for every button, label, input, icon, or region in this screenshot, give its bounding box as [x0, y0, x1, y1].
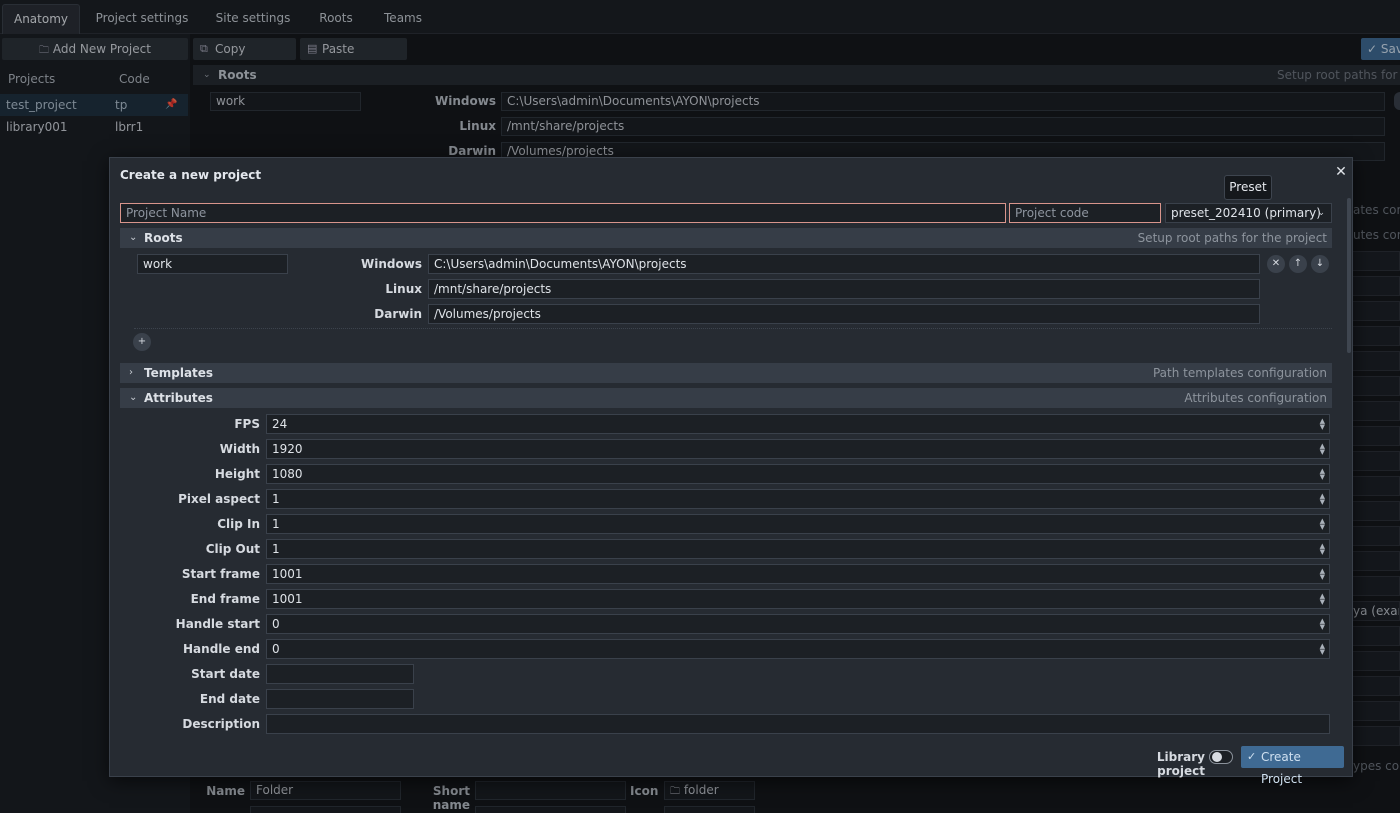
- create-project-label: Create Project: [1261, 750, 1303, 786]
- description-label: Description: [182, 717, 260, 731]
- windows-label: Windows: [361, 257, 422, 271]
- project-code-input[interactable]: Project code: [1009, 203, 1161, 223]
- spinner-icon[interactable]: ▲ ▼: [1320, 418, 1325, 431]
- attr-value: 1: [272, 542, 280, 556]
- attr-label: Start frame: [181, 567, 260, 581]
- add-root-icon[interactable]: +: [133, 333, 151, 351]
- clip-in-input[interactable]: 1 ▲ ▼: [266, 514, 1330, 534]
- attr-label: Height: [214, 467, 260, 481]
- attributes-section-header[interactable]: ⌄ Attributes Attributes configuration: [120, 388, 1332, 408]
- templates-section-header[interactable]: › Templates Path templates configuration: [120, 363, 1332, 383]
- windows-path-input[interactable]: C:\Users\admin\Documents\AYON\projects: [428, 254, 1260, 274]
- attr-label: FPS: [234, 417, 260, 431]
- roots-section-title: Roots: [144, 231, 183, 245]
- arrow-down-icon[interactable]: ↓: [1311, 255, 1329, 273]
- preset-select-value: preset_202410 (primary): [1171, 206, 1321, 220]
- spinner-icon[interactable]: ▲ ▼: [1320, 643, 1325, 656]
- attr-value: 0: [272, 642, 280, 656]
- fps-input[interactable]: 24 ▲ ▼: [266, 414, 1330, 434]
- attr-label: Handle end: [183, 642, 260, 656]
- spinner-icon[interactable]: ▲ ▼: [1320, 568, 1325, 581]
- spinner-icon[interactable]: ▲ ▼: [1320, 593, 1325, 606]
- attr-label: End frame: [190, 592, 260, 606]
- width-input[interactable]: 1920 ▲ ▼: [266, 439, 1330, 459]
- arrow-up-icon[interactable]: ↑: [1289, 255, 1307, 273]
- height-input[interactable]: 1080 ▲ ▼: [266, 464, 1330, 484]
- attr-label: Pixel aspect: [178, 492, 260, 506]
- attr-label: Clip In: [217, 517, 260, 531]
- end-frame-input[interactable]: 1001 ▲ ▼: [266, 589, 1330, 609]
- preset-tooltip: Preset: [1224, 175, 1272, 200]
- roots-section-header[interactable]: ⌄ Roots Setup root paths for the project: [120, 228, 1332, 248]
- close-icon[interactable]: ✕: [1334, 164, 1348, 180]
- toggle-knob: [1212, 752, 1222, 762]
- chevron-down-icon: ⌄: [129, 392, 138, 403]
- spinner-icon[interactable]: ▲ ▼: [1320, 468, 1325, 481]
- dialog-title: Create a new project: [120, 168, 262, 182]
- linux-label: Linux: [385, 282, 422, 296]
- spinner-icon[interactable]: ▲ ▼: [1320, 518, 1325, 531]
- attributes-section-title: Attributes: [144, 391, 213, 405]
- attr-value: 1001: [272, 592, 303, 606]
- project-name-input[interactable]: Project Name: [120, 203, 1006, 223]
- roots-divider: [134, 328, 1332, 329]
- spinner-icon[interactable]: ▲ ▼: [1320, 543, 1325, 556]
- templates-section-desc: Path templates configuration: [1152, 366, 1327, 380]
- handle-end-input[interactable]: 0 ▲ ▼: [266, 639, 1330, 659]
- attr-label: Width: [219, 442, 260, 456]
- attr-value: 1: [272, 492, 280, 506]
- roots-section-desc: Setup root paths for the project: [1137, 231, 1327, 245]
- start-frame-input[interactable]: 1001 ▲ ▼: [266, 564, 1330, 584]
- attr-label: Clip Out: [205, 542, 260, 556]
- attr-value: 1920: [272, 442, 303, 456]
- dialog-scrollbar[interactable]: [1347, 198, 1351, 353]
- handle-start-input[interactable]: 0 ▲ ▼: [266, 614, 1330, 634]
- attr-label: Handle start: [175, 617, 260, 631]
- spinner-icon[interactable]: ▲ ▼: [1320, 493, 1325, 506]
- attributes-section-desc: Attributes configuration: [1184, 391, 1327, 405]
- library-project-toggle[interactable]: [1209, 750, 1233, 764]
- chevron-down-icon: ⌄: [1317, 208, 1325, 218]
- chevron-right-icon: ›: [129, 367, 133, 378]
- remove-root-icon[interactable]: ✕: [1267, 255, 1285, 273]
- chevron-down-icon: ⌄: [129, 232, 138, 243]
- attr-value: 1: [272, 517, 280, 531]
- attr-value: 0: [272, 617, 280, 631]
- attr-value: 1001: [272, 567, 303, 581]
- linux-path-input[interactable]: /mnt/share/projects: [428, 279, 1260, 299]
- darwin-path-input[interactable]: /Volumes/projects: [428, 304, 1260, 324]
- create-project-button[interactable]: ✓ Create Project: [1241, 746, 1344, 786]
- check-icon: ✓: [1247, 750, 1257, 763]
- end-date-label: End date: [199, 692, 260, 706]
- spinner-icon[interactable]: ▲ ▼: [1320, 443, 1325, 456]
- preset-select[interactable]: preset_202410 (primary) ⌄: [1165, 203, 1332, 223]
- attr-value: 24: [272, 417, 288, 431]
- start-date-input[interactable]: [266, 664, 414, 684]
- root-name-input[interactable]: work: [137, 254, 288, 274]
- end-date-input[interactable]: [266, 689, 414, 709]
- pixel-aspect-input[interactable]: 1 ▲ ▼: [266, 489, 1330, 509]
- description-input[interactable]: [266, 714, 1330, 734]
- library-project-label: Library project: [1156, 750, 1205, 778]
- templates-section-title: Templates: [144, 366, 214, 380]
- spinner-icon[interactable]: ▲ ▼: [1320, 618, 1325, 631]
- start-date-label: Start date: [191, 667, 260, 681]
- create-project-dialog: Create a new project ✕ Project Name Proj…: [109, 157, 1353, 786]
- darwin-label: Darwin: [374, 307, 422, 321]
- clip-out-input[interactable]: 1 ▲ ▼: [266, 539, 1330, 559]
- attr-value: 1080: [272, 467, 303, 481]
